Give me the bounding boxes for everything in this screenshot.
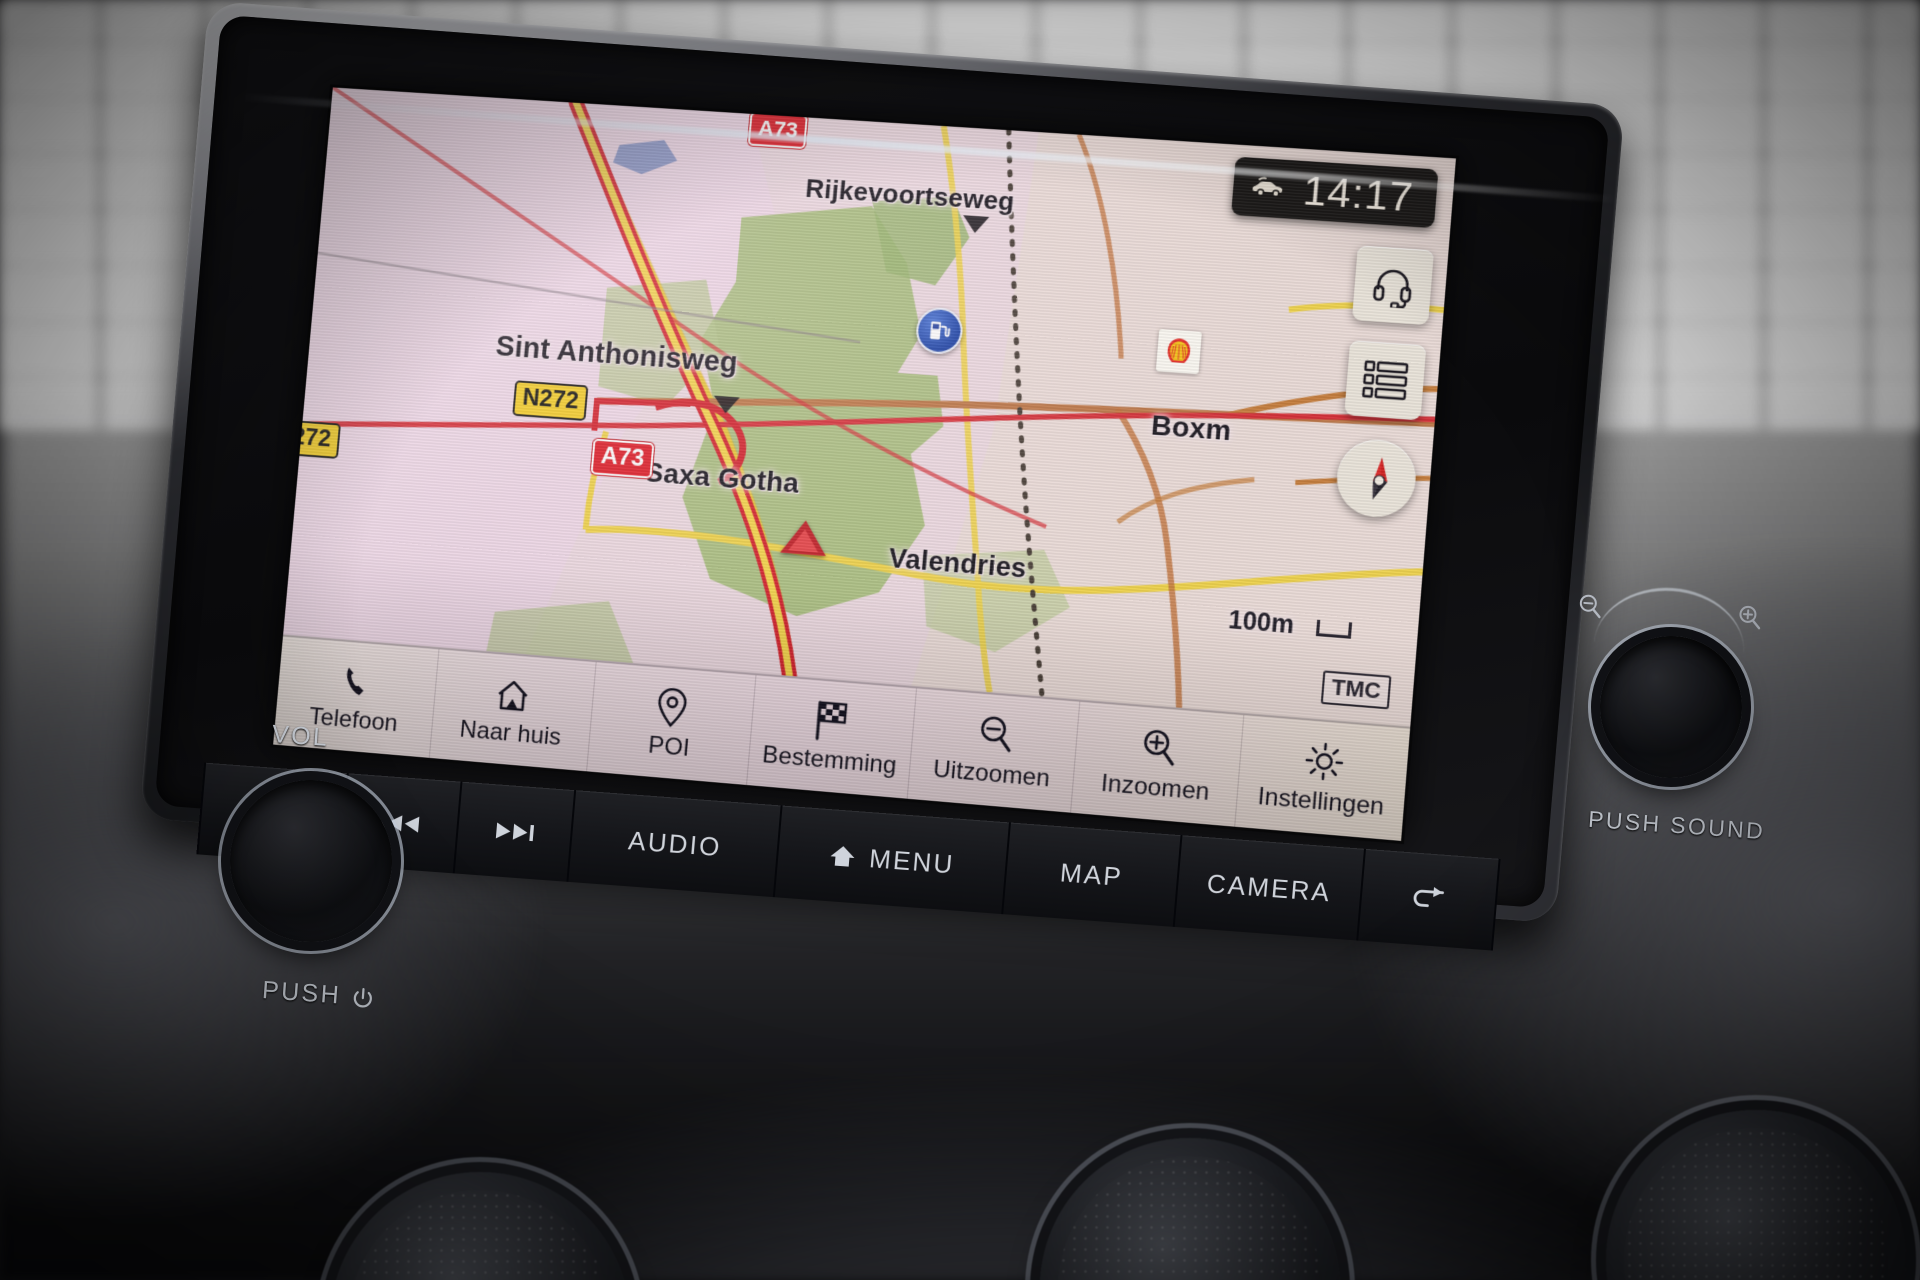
menu-list-button[interactable] bbox=[1344, 340, 1427, 421]
zoom-out-icon bbox=[1579, 594, 1601, 619]
toolbar-label: POI bbox=[647, 731, 691, 762]
toolbar-label: Bestemming bbox=[761, 740, 898, 779]
zoom-in-icon bbox=[1136, 724, 1180, 770]
tmc-status-badge: TMC bbox=[1321, 670, 1392, 710]
hw-map[interactable]: MAP bbox=[1002, 822, 1183, 927]
shell-station-poi[interactable] bbox=[1155, 328, 1202, 375]
toolbar-label: Instellingen bbox=[1256, 782, 1386, 821]
checkered-flag-icon bbox=[809, 697, 856, 743]
car-side-icon bbox=[1252, 175, 1284, 201]
hw-next-track[interactable] bbox=[455, 781, 577, 882]
back-arrow-icon bbox=[1413, 887, 1445, 908]
hw-menu[interactable]: MENU bbox=[775, 805, 1011, 915]
road-shield-motorway: A73 bbox=[590, 438, 655, 479]
power-icon bbox=[353, 987, 372, 1007]
compass-icon bbox=[1346, 456, 1390, 501]
push-label: PUSH bbox=[261, 976, 343, 1010]
hw-menu-label: MENU bbox=[868, 842, 956, 879]
map-label: Boxm bbox=[1150, 409, 1233, 447]
map-canvas[interactable]: Rijkevoortseweg Sint Anthonisweg Saxa Go… bbox=[283, 87, 1456, 727]
toolbar-zoom-out[interactable]: Uitzoomen bbox=[907, 688, 1081, 813]
screenshot-root: Rijkevoortseweg Sint Anthonisweg Saxa Go… bbox=[0, 0, 1920, 1280]
hw-map-label: MAP bbox=[1058, 856, 1125, 892]
infotainment-head-unit: Rijkevoortseweg Sint Anthonisweg Saxa Go… bbox=[139, 0, 1625, 951]
air-vent-mesh bbox=[1058, 1156, 1322, 1280]
list-icon bbox=[1360, 357, 1411, 403]
shell-logo-icon bbox=[1166, 337, 1192, 364]
phone-icon bbox=[336, 658, 378, 703]
next-track-icon bbox=[496, 822, 535, 842]
vehicle-position-marker bbox=[780, 518, 829, 557]
map-pin-icon bbox=[654, 685, 691, 730]
hw-camera[interactable]: CAMERA bbox=[1174, 835, 1366, 941]
assistance-call-button[interactable] bbox=[1351, 245, 1435, 326]
toolbar-home[interactable]: Naar huis bbox=[429, 649, 597, 772]
map-scale-value: 100m bbox=[1227, 605, 1296, 640]
toolbar-label: Inzoomen bbox=[1100, 769, 1211, 806]
hw-back[interactable] bbox=[1357, 848, 1501, 951]
air-vent-mesh bbox=[1624, 1128, 1888, 1280]
home-icon bbox=[492, 671, 537, 716]
toolbar-settings[interactable]: Instellingen bbox=[1236, 715, 1411, 841]
road-shield-national: N272 bbox=[512, 380, 589, 422]
gear-icon bbox=[1301, 738, 1348, 784]
toolbar-label: Naar huis bbox=[458, 715, 563, 751]
home-solid-icon bbox=[830, 846, 855, 867]
toolbar-zoom-in[interactable]: Inzoomen bbox=[1070, 701, 1245, 827]
zoom-out-icon bbox=[973, 711, 1017, 757]
direction-arrow-icon bbox=[712, 395, 740, 415]
hw-audio[interactable]: AUDIO bbox=[568, 790, 784, 898]
left-knob-top-label: VOL bbox=[271, 720, 331, 752]
zoom-in-icon bbox=[1739, 605, 1761, 630]
touchscreen-display[interactable]: Rijkevoortseweg Sint Anthonisweg Saxa Go… bbox=[273, 87, 1456, 841]
direction-arrow-icon bbox=[961, 215, 990, 234]
toolbar-destination[interactable]: Bestemming bbox=[746, 675, 918, 799]
road-shield-motorway: A73 bbox=[747, 111, 809, 150]
map-scale-bar bbox=[1315, 619, 1353, 639]
hw-camera-label: CAMERA bbox=[1205, 867, 1333, 907]
toolbar-poi[interactable]: POI bbox=[587, 662, 757, 785]
fuel-pump-icon bbox=[929, 321, 953, 345]
hw-audio-label: AUDIO bbox=[627, 824, 723, 862]
headset-icon bbox=[1369, 262, 1418, 309]
air-vent-mesh bbox=[348, 1190, 612, 1280]
toolbar-label: Uitzoomen bbox=[932, 754, 1051, 792]
